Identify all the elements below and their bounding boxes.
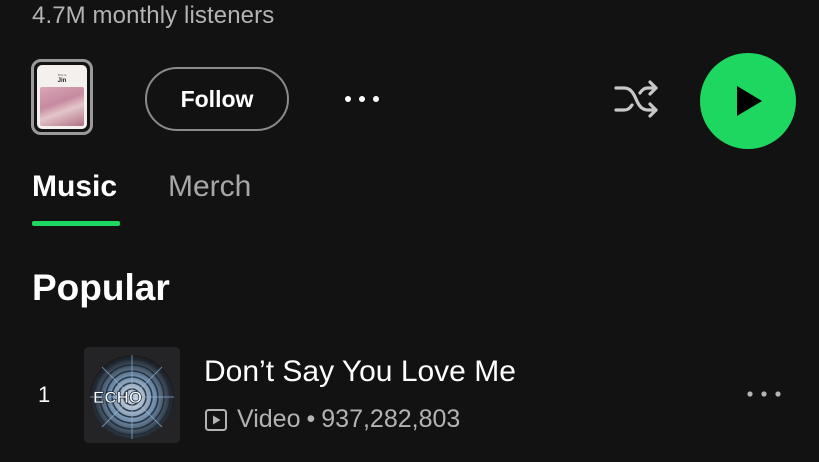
shuffle-button[interactable] [608, 76, 664, 122]
echo-album-art: ECHO [84, 347, 180, 443]
album-art-logo: ECHO [93, 388, 142, 407]
video-icon [205, 408, 227, 431]
track-play-count: 937,282,803 [321, 405, 461, 433]
preview-card-photo [40, 87, 84, 126]
track-artwork: ECHO [84, 347, 180, 443]
meta-separator: • [306, 405, 316, 433]
more-horizontal-icon [747, 391, 781, 397]
track-title: Don’t Say You Love Me [204, 355, 516, 388]
more-horizontal-icon [345, 96, 379, 102]
preview-card-name: Jin [57, 78, 67, 84]
follow-button[interactable]: Follow [145, 67, 289, 131]
artist-page: 4.7M monthly listeners This is Jin Follo… [0, 0, 819, 462]
preview-card-label: This is [57, 73, 67, 77]
popular-section-title: Popular [32, 267, 170, 308]
play-button[interactable] [700, 53, 796, 149]
tab-merch[interactable]: Merch [168, 170, 251, 204]
track-type: Video [237, 405, 301, 433]
shuffle-icon [614, 80, 658, 118]
more-options-button[interactable] [338, 86, 386, 112]
preview-card-cover: This is Jin [37, 65, 87, 129]
track-meta: Video • 937,282,803 [204, 405, 460, 434]
track-rank: 1 [38, 382, 51, 407]
active-tab-indicator [32, 221, 120, 226]
play-icon [737, 86, 762, 116]
artist-preview-card[interactable]: This is Jin [31, 59, 93, 135]
tab-music[interactable]: Music [32, 170, 117, 204]
monthly-listeners: 4.7M monthly listeners [32, 2, 275, 29]
track-row[interactable]: 1 ECHO Don’t Say You Love Me Video • 937… [0, 340, 819, 450]
track-more-button[interactable] [740, 382, 788, 406]
